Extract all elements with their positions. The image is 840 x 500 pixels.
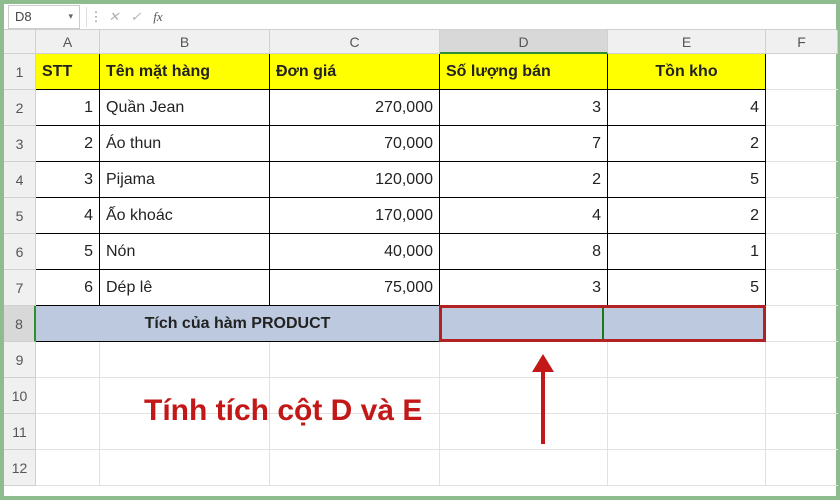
cell-price[interactable]: 270,000 bbox=[270, 90, 440, 126]
cell-name[interactable]: Nón bbox=[100, 234, 270, 270]
col-header-e[interactable]: E bbox=[608, 30, 766, 54]
cell-stt[interactable]: 6 bbox=[36, 270, 100, 306]
header-stock[interactable]: Tồn kho bbox=[608, 54, 766, 90]
col-header-f[interactable]: F bbox=[766, 30, 838, 54]
header-price[interactable]: Đơn giá bbox=[270, 54, 440, 90]
select-all-corner[interactable] bbox=[4, 30, 36, 54]
cell-stock[interactable]: 5 bbox=[608, 162, 766, 198]
cell[interactable] bbox=[766, 378, 838, 414]
row-header[interactable]: 10 bbox=[4, 378, 36, 414]
cell[interactable] bbox=[766, 414, 838, 450]
cell[interactable] bbox=[766, 54, 838, 90]
cell-qty[interactable]: 3 bbox=[440, 270, 608, 306]
col-header-a[interactable]: A bbox=[36, 30, 100, 54]
cell-qty[interactable]: 3 bbox=[440, 90, 608, 126]
cell-stock[interactable]: 5 bbox=[608, 270, 766, 306]
cell-stt[interactable]: 2 bbox=[36, 126, 100, 162]
row-header[interactable]: 11 bbox=[4, 414, 36, 450]
cell-qty[interactable]: 4 bbox=[440, 198, 608, 234]
cell-name[interactable]: Pijama bbox=[100, 162, 270, 198]
confirm-icon[interactable]: ✓ bbox=[125, 9, 147, 25]
product-label-cell[interactable]: Tích của hàm PRODUCT bbox=[36, 306, 440, 342]
cell[interactable] bbox=[36, 414, 100, 450]
row-header[interactable]: 3 bbox=[4, 126, 36, 162]
cell[interactable] bbox=[36, 378, 100, 414]
row-header[interactable]: 5 bbox=[4, 198, 36, 234]
cell-price[interactable]: 75,000 bbox=[270, 270, 440, 306]
cell-price[interactable]: 70,000 bbox=[270, 126, 440, 162]
cell[interactable] bbox=[440, 450, 608, 486]
cell-stt[interactable]: 4 bbox=[36, 198, 100, 234]
cell-price[interactable]: 170,000 bbox=[270, 198, 440, 234]
cell[interactable] bbox=[766, 342, 838, 378]
cell-stt[interactable]: 1 bbox=[36, 90, 100, 126]
cancel-icon[interactable]: ✕ bbox=[103, 9, 125, 25]
col-header-d[interactable]: D bbox=[440, 30, 608, 54]
formula-bar: D8 ▾ ⋮ ✕ ✓ fx bbox=[4, 4, 836, 30]
cell-stock[interactable]: 1 bbox=[608, 234, 766, 270]
cell[interactable] bbox=[36, 342, 100, 378]
chevron-down-icon[interactable]: ▾ bbox=[68, 11, 73, 22]
cell-price[interactable]: 40,000 bbox=[270, 234, 440, 270]
col-header-b[interactable]: B bbox=[100, 30, 270, 54]
cell[interactable] bbox=[766, 306, 838, 342]
cell[interactable] bbox=[766, 126, 838, 162]
row-header[interactable]: 4 bbox=[4, 162, 36, 198]
cell[interactable] bbox=[766, 270, 838, 306]
name-box-value: D8 bbox=[15, 9, 32, 24]
header-name[interactable]: Tên mặt hàng bbox=[100, 54, 270, 90]
row-header[interactable]: 1 bbox=[4, 54, 36, 90]
cell-qty[interactable]: 7 bbox=[440, 126, 608, 162]
row-header[interactable]: 9 bbox=[4, 342, 36, 378]
cell-stock[interactable]: 4 bbox=[608, 90, 766, 126]
cell-name[interactable]: Ấo khoác bbox=[100, 198, 270, 234]
cell[interactable] bbox=[608, 414, 766, 450]
col-header-c[interactable]: C bbox=[270, 30, 440, 54]
cell[interactable] bbox=[440, 378, 608, 414]
cell-qty[interactable]: 2 bbox=[440, 162, 608, 198]
cell[interactable] bbox=[608, 450, 766, 486]
row-header[interactable]: 6 bbox=[4, 234, 36, 270]
header-qty[interactable]: Số lượng bán bbox=[440, 54, 608, 90]
highlight-box bbox=[439, 305, 766, 342]
cell[interactable] bbox=[440, 414, 608, 450]
row-header[interactable]: 2 bbox=[4, 90, 36, 126]
cell-stock[interactable]: 2 bbox=[608, 126, 766, 162]
excel-window: D8 ▾ ⋮ ✕ ✓ fx A B C D E F 1 STT Tên mặt … bbox=[4, 4, 836, 496]
fx-icon[interactable]: fx bbox=[147, 9, 169, 25]
cell[interactable] bbox=[608, 378, 766, 414]
cell[interactable] bbox=[270, 342, 440, 378]
name-box[interactable]: D8 ▾ bbox=[8, 5, 80, 29]
cell[interactable] bbox=[100, 342, 270, 378]
selected-cell-d8e8[interactable] bbox=[440, 306, 766, 342]
cell[interactable] bbox=[608, 342, 766, 378]
cell-stock[interactable]: 2 bbox=[608, 198, 766, 234]
cell-name[interactable]: Dép lê bbox=[100, 270, 270, 306]
cell-name[interactable]: Quần Jean bbox=[100, 90, 270, 126]
more-icon[interactable]: ⋮ bbox=[89, 9, 103, 25]
cell[interactable] bbox=[270, 450, 440, 486]
cell[interactable] bbox=[36, 450, 100, 486]
cell[interactable] bbox=[766, 162, 838, 198]
cell-stt[interactable]: 3 bbox=[36, 162, 100, 198]
annotation-text: Tính tích cột D và E bbox=[144, 394, 422, 428]
cell[interactable] bbox=[766, 234, 838, 270]
cell[interactable] bbox=[100, 450, 270, 486]
cell-price[interactable]: 120,000 bbox=[270, 162, 440, 198]
cell-stt[interactable]: 5 bbox=[36, 234, 100, 270]
row-header[interactable]: 7 bbox=[4, 270, 36, 306]
cell[interactable] bbox=[766, 198, 838, 234]
cell-qty[interactable]: 8 bbox=[440, 234, 608, 270]
cell[interactable] bbox=[766, 450, 838, 486]
row-header[interactable]: 12 bbox=[4, 450, 36, 486]
separator bbox=[86, 7, 87, 27]
header-stt[interactable]: STT bbox=[36, 54, 100, 90]
row-header[interactable]: 8 bbox=[4, 306, 36, 342]
cell[interactable] bbox=[766, 90, 838, 126]
cell[interactable] bbox=[440, 342, 608, 378]
cell-name[interactable]: Áo thun bbox=[100, 126, 270, 162]
